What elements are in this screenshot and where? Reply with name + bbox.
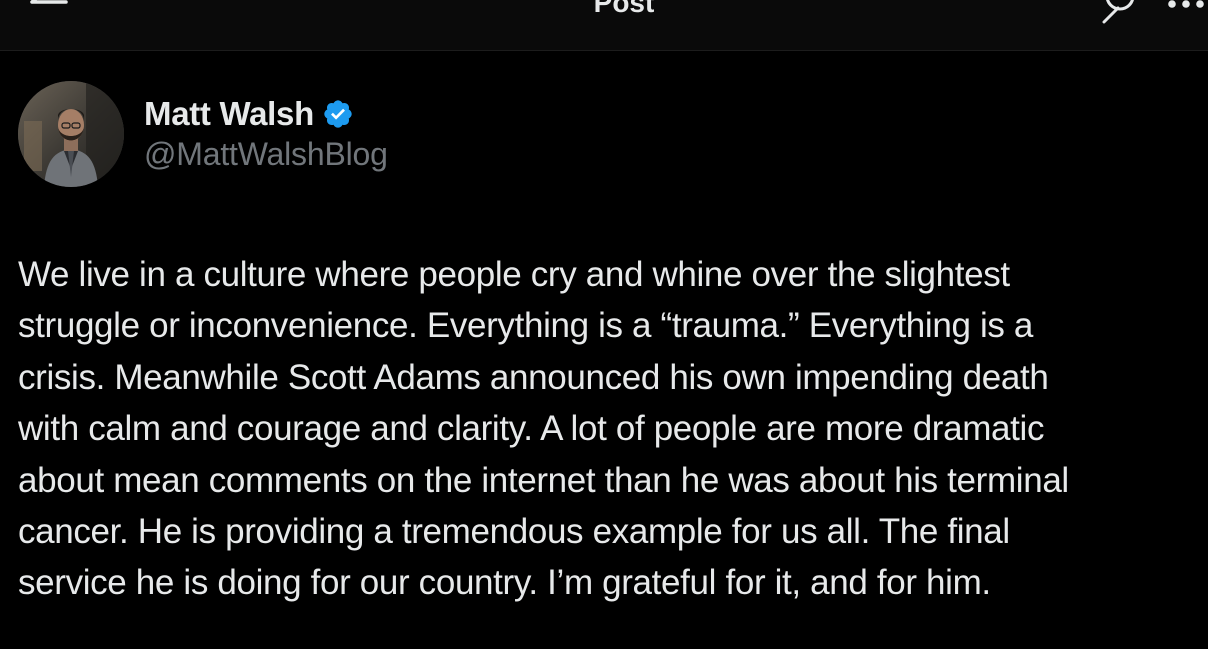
author-name[interactable]: Matt Walsh — [144, 95, 314, 133]
top-navigation-bar: Post — [0, 0, 1208, 51]
post-text-line: cancer. He is providing a tremendous exa… — [18, 512, 1010, 552]
verified-badge-icon[interactable] — [322, 98, 354, 130]
post-text: We live in a culture where people cry an… — [18, 249, 1204, 609]
post-text-line: crisis. Meanwhile Scott Adams announced … — [18, 357, 1049, 397]
page-title: Post — [593, 0, 655, 18]
avatar[interactable] — [18, 81, 124, 187]
avatar-photo — [18, 81, 124, 187]
post-text-line: service he is doing for our country. I’m… — [18, 563, 991, 603]
grok-icon — [1102, 0, 1134, 24]
post-text-line: about mean comments on the internet than… — [18, 460, 1069, 500]
grok-button[interactable] — [1096, 0, 1142, 24]
post-text-line: with calm and courage and clarity. A lot… — [18, 409, 1045, 449]
post-text-line: struggle or inconvenience. Everything is… — [18, 306, 1034, 346]
author-name-row: Matt Walsh — [144, 94, 354, 134]
post-text-line: We live in a culture where people cry an… — [18, 255, 1010, 294]
author-handle[interactable]: @MattWalshBlog — [144, 136, 388, 173]
more-options-button[interactable] — [1164, 0, 1208, 12]
more-horizontal-icon — [1168, 0, 1204, 8]
